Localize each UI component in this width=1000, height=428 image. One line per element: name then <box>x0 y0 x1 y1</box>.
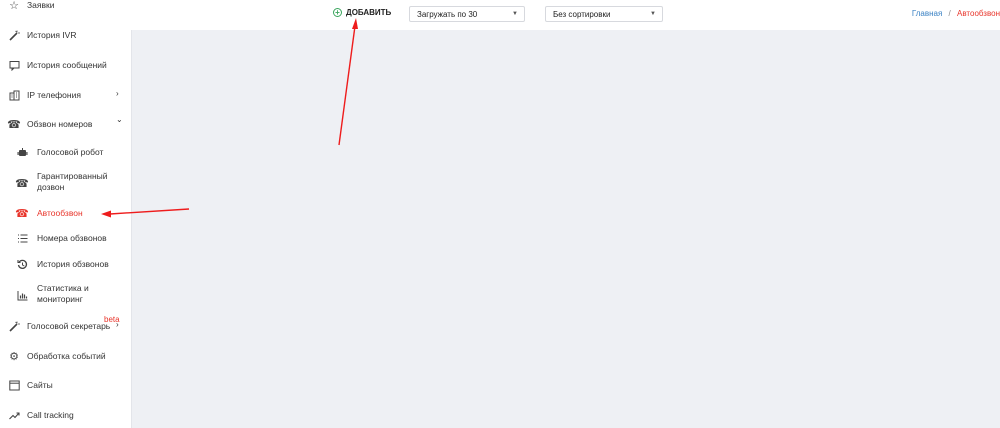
magic-wand-icon <box>7 28 21 42</box>
sidebar-item-label: Номера обзвонов <box>37 233 107 243</box>
plus-circle-icon: + <box>333 8 342 17</box>
magic-wand-icon <box>7 319 21 333</box>
trend-icon <box>7 408 21 422</box>
sidebar-item-label: Статистика и <box>37 283 89 293</box>
sidebar-item-label: История обзвонов <box>37 259 109 269</box>
breadcrumb-separator: / <box>948 9 951 18</box>
breadcrumb-current: Автообзвон <box>957 9 1000 18</box>
sidebar-item-ivr-history[interactable]: История IVR <box>0 28 131 42</box>
sidebar-item-call-numbers[interactable]: ☎ Обзвон номеров ⌄ <box>0 115 131 131</box>
sidebar-item-ip-telephony[interactable]: IP телефония › <box>0 88 131 102</box>
phone-icon: ☎ <box>15 177 29 190</box>
load-count-value: Загружать по 30 <box>417 10 478 19</box>
caret-down-icon: ▼ <box>512 11 518 17</box>
breadcrumb: Главная / Автообзвон <box>912 9 1000 18</box>
building-icon <box>7 88 21 102</box>
sidebar-item-voice-robot[interactable]: Голосовой робот <box>0 145 131 159</box>
sidebar-item-label: История IVR <box>27 30 77 40</box>
sidebar-item-label: Сайты <box>27 380 53 390</box>
sidebar-item-guaranteed-call[interactable]: ☎ Гарантированный дозвон <box>0 170 131 194</box>
main-content-area <box>131 30 1000 428</box>
add-button[interactable]: + ДОБАВИТЬ <box>333 8 391 17</box>
sidebar-item-call-history[interactable]: История обзвонов <box>0 257 131 271</box>
chevron-right-icon: › <box>116 89 119 98</box>
sidebar-item-label: Заявки <box>27 0 55 10</box>
caret-down-icon: ▼ <box>650 11 656 17</box>
sidebar-item-requests[interactable]: ☆ Заявки <box>0 0 131 12</box>
top-toolbar: + ДОБАВИТЬ Загружать по 30 ▼ Без сортиро… <box>131 0 1000 30</box>
sidebar-item-label: дозвон <box>37 182 65 192</box>
sidebar-item-statistics[interactable]: Статистика и мониторинг <box>0 282 131 306</box>
sidebar-item-label: Голосовой секретарь <box>27 321 111 331</box>
gears-icon: ⚙ <box>9 350 19 363</box>
sort-value: Без сортировки <box>553 10 611 19</box>
sidebar-item-message-history[interactable]: История сообщений <box>0 58 131 72</box>
star-icon: ☆ <box>9 0 19 12</box>
sidebar-item-sites[interactable]: Сайты <box>0 378 131 392</box>
phone-icon: ☎ <box>7 118 21 131</box>
phone-icon: ☎ <box>15 207 29 220</box>
bar-chart-icon <box>15 288 29 302</box>
chevron-down-icon: ⌄ <box>116 115 123 124</box>
sidebar-item-label: мониторинг <box>37 294 83 304</box>
sidebar-item-label: IP телефония <box>27 90 81 100</box>
sidebar-item-label: Обработка событий <box>27 351 106 361</box>
sidebar-item-label: Call tracking <box>27 410 74 420</box>
browser-window-icon <box>7 378 21 392</box>
sidebar-item-label: Голосовой робот <box>37 147 104 157</box>
sidebar: ☆ Заявки История IVR История сообщений I… <box>0 0 132 428</box>
message-icon <box>7 58 21 72</box>
sidebar-item-event-processing[interactable]: ⚙ Обработка событий <box>0 349 131 363</box>
list-icon <box>15 231 29 245</box>
sidebar-item-label: Автообзвон <box>37 208 83 218</box>
add-button-label: ДОБАВИТЬ <box>346 8 392 17</box>
sidebar-item-label: Гарантированный <box>37 171 108 181</box>
sidebar-item-call-tracking[interactable]: Call tracking <box>0 408 131 422</box>
beta-badge: beta <box>104 315 120 324</box>
robot-icon <box>15 145 29 159</box>
sidebar-item-label: Обзвон номеров <box>27 119 93 129</box>
sort-select[interactable]: Без сортировки ▼ <box>545 6 663 22</box>
sidebar-item-autodial[interactable]: ☎ Автообзвон <box>0 206 131 220</box>
breadcrumb-home[interactable]: Главная <box>912 9 942 18</box>
load-count-select[interactable]: Загружать по 30 ▼ <box>409 6 525 22</box>
history-icon <box>15 257 29 271</box>
sidebar-item-call-numbers-list[interactable]: Номера обзвонов <box>0 231 131 245</box>
sidebar-item-label: История сообщений <box>27 60 107 70</box>
